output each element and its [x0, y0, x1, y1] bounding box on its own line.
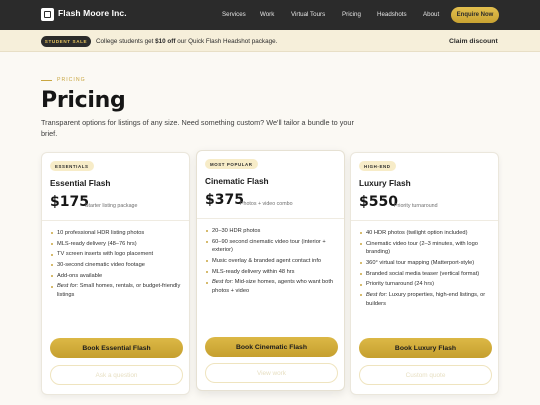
custom-quote-button[interactable]: Custom quote	[359, 365, 492, 385]
feature-item-best-for: Best for: Small homes, rentals, or budge…	[50, 282, 183, 299]
feature-item: 20–30 HDR photos	[205, 227, 338, 236]
feature-item: 360° virtual tour mapping (Matterport-st…	[359, 259, 492, 268]
price-note: Starter listing package	[85, 203, 138, 209]
feature-item-best-for: Best for: Luxury properties, high-end li…	[359, 291, 492, 308]
enquire-now-button[interactable]: Enquire Now	[451, 7, 499, 23]
nav-link-work[interactable]: Work	[260, 11, 274, 18]
claim-discount-link[interactable]: Claim discount	[449, 38, 498, 45]
brand-name[interactable]: Flash Moore Inc.	[58, 8, 127, 18]
pricing-card-luxury: HIGH-END Luxury Flash $550 Priority turn…	[350, 152, 499, 395]
package-price: $550	[359, 194, 398, 210]
feature-item: MLS-ready delivery (48–76 hrs)	[50, 240, 183, 249]
ask-question-button[interactable]: Ask a question	[50, 365, 183, 385]
card-divider	[351, 220, 498, 221]
feature-item: MLS-ready delivery within 48 hrs	[205, 268, 338, 277]
book-essential-button[interactable]: Book Essential Flash	[50, 338, 183, 358]
feature-item: Music overlay & branded agent contact in…	[205, 257, 338, 266]
package-name: Cinematic Flash	[205, 176, 269, 186]
feature-item: Priority turnaround (24 hrs)	[359, 280, 492, 289]
book-luxury-button[interactable]: Book Luxury Flash	[359, 338, 492, 358]
promo-text: College students get $10 off our Quick F…	[96, 38, 278, 45]
feature-item: 60–90 second cinematic video tour (inter…	[205, 238, 338, 255]
package-price: $375	[205, 192, 244, 208]
tier-badge: HIGH-END	[359, 161, 396, 171]
nav-link-pricing[interactable]: Pricing	[342, 11, 361, 18]
nav-link-virtual-tours[interactable]: Virtual Tours	[291, 11, 325, 18]
view-work-button[interactable]: View work	[205, 363, 338, 383]
feature-item: 10 professional HDR listing photos	[50, 229, 183, 238]
feature-item: Add-ons available	[50, 272, 183, 281]
promo-bar: STUDENT SALE College students get $10 of…	[0, 30, 540, 52]
top-navbar: Flash Moore Inc. Services Work Virtual T…	[0, 0, 540, 30]
promo-badge: STUDENT SALE	[41, 36, 91, 47]
page-title: Pricing	[41, 88, 126, 113]
pricing-card-essential: ESSENTIALS Essential Flash $175 Starter …	[41, 152, 190, 395]
feature-item: 30-second cinematic video footage	[50, 261, 183, 270]
eyebrow-rule	[41, 79, 52, 81]
package-name: Essential Flash	[50, 178, 111, 188]
nav-link-headshots[interactable]: Headshots	[377, 11, 407, 18]
nav-link-services[interactable]: Services	[222, 11, 246, 18]
card-divider	[197, 218, 344, 219]
feature-item: Branded social media teaser (vertical fo…	[359, 270, 492, 279]
feature-list: 20–30 HDR photos 60–90 second cinematic …	[205, 227, 338, 298]
feature-list: 40 HDR photos (twilight option included)…	[359, 229, 492, 310]
feature-item: TV screen inserts with logo placement	[50, 250, 183, 259]
tier-badge: MOST POPULAR	[205, 159, 258, 169]
price-note: Priority turnaround	[394, 203, 438, 209]
package-price: $175	[50, 194, 89, 210]
package-name: Luxury Flash	[359, 178, 411, 188]
tier-badge: ESSENTIALS	[50, 161, 94, 171]
feature-item-best-for: Best for: Mid-size homes, agents who wan…	[205, 278, 338, 295]
logo-icon[interactable]	[41, 8, 54, 21]
card-divider	[42, 220, 189, 221]
page-subtitle: Transparent options for listings of any …	[41, 118, 354, 138]
price-note: Photos + video combo	[240, 201, 293, 207]
nav-link-about[interactable]: About	[423, 11, 439, 18]
section-eyebrow: PRICING	[41, 77, 86, 83]
book-cinematic-button[interactable]: Book Cinematic Flash	[205, 337, 338, 357]
pricing-card-cinematic: MOST POPULAR Cinematic Flash $375 Photos…	[196, 150, 345, 391]
feature-item: 40 HDR photos (twilight option included)	[359, 229, 492, 238]
feature-item: Cinematic video tour (2–3 minutes, with …	[359, 240, 492, 257]
feature-list: 10 professional HDR listing photos MLS-r…	[50, 229, 183, 302]
